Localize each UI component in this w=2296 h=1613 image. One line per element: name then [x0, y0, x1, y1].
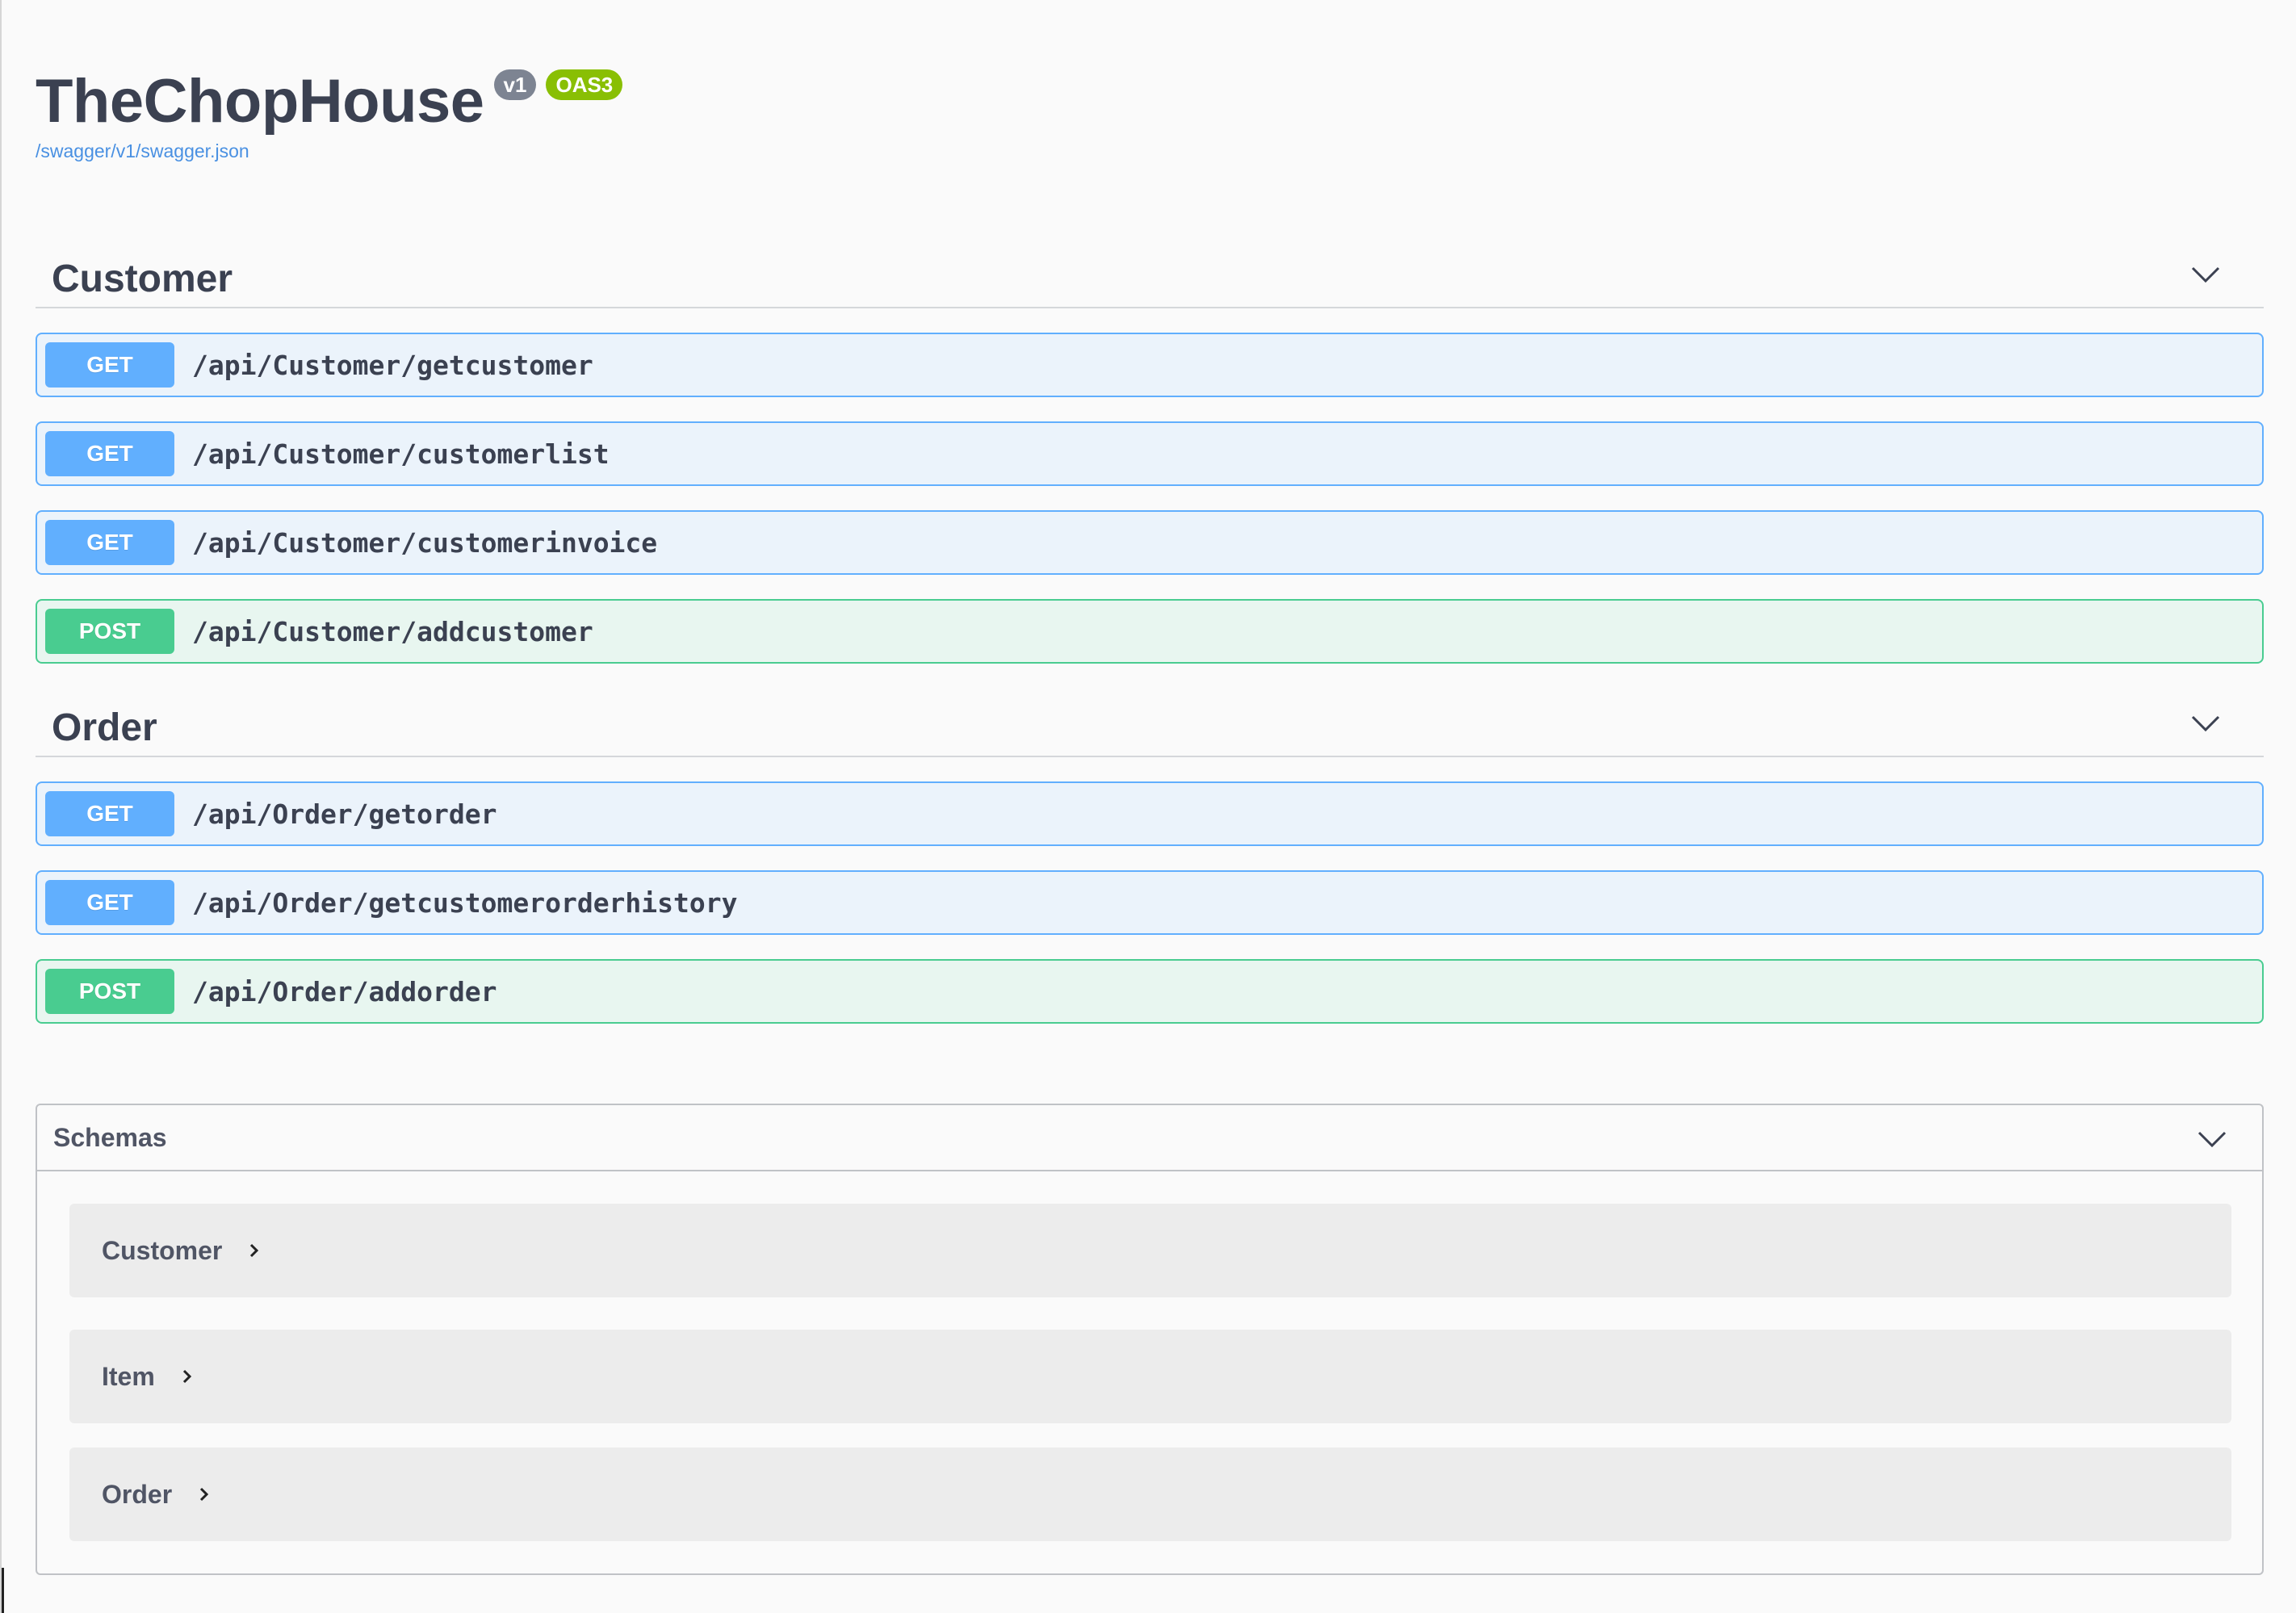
tag-header-customer[interactable]: Customer	[36, 244, 2264, 308]
operation-row[interactable]: POST /api/Customer/addcustomer	[36, 599, 2264, 664]
operation-path: /api/Customer/addcustomer	[192, 615, 593, 647]
schemas-section: Schemas Customer Item Order	[36, 1104, 2264, 1575]
window-edge-marker	[2, 1568, 4, 1613]
operation-path: /api/Customer/customerlist	[192, 438, 610, 470]
operation-row[interactable]: GET /api/Customer/customerlist	[36, 421, 2264, 486]
schema-model-order[interactable]: Order	[69, 1448, 2231, 1541]
tag-title: Order	[52, 706, 157, 749]
chevron-right-icon	[200, 1487, 209, 1502]
operation-path: /api/Order/addorder	[192, 975, 497, 1008]
api-info: TheChopHouse v1 OAS3 /swagger/v1/swagger…	[36, 63, 623, 162]
operation-row[interactable]: GET /api/Customer/customerinvoice	[36, 510, 2264, 575]
model-name: Order	[102, 1479, 173, 1509]
api-title: TheChopHouse	[36, 67, 484, 136]
method-badge: GET	[45, 342, 174, 388]
title-row: TheChopHouse v1 OAS3	[36, 63, 623, 140]
operation-row[interactable]: POST /api/Order/addorder	[36, 959, 2264, 1024]
model-name: Item	[102, 1361, 155, 1391]
method-badge: POST	[45, 609, 174, 654]
operation-path: /api/Order/getcustomerorderhistory	[192, 886, 738, 919]
version-badge: v1	[493, 69, 537, 100]
schemas-title: Schemas	[53, 1123, 167, 1152]
operation-row[interactable]: GET /api/Customer/getcustomer	[36, 333, 2264, 397]
model-name: Customer	[102, 1235, 223, 1265]
tag-title: Customer	[52, 258, 233, 300]
tag-section-order: Order GET /api/Order/getorder GET /api/O…	[36, 693, 2264, 1024]
schemas-header[interactable]: Schemas	[37, 1105, 2262, 1171]
swagger-page: TheChopHouse v1 OAS3 /swagger/v1/swagger…	[0, 0, 2296, 1613]
oas-badge: OAS3	[546, 69, 623, 100]
chevron-down-icon[interactable]	[2189, 707, 2222, 739]
operation-path: /api/Customer/customerinvoice	[192, 526, 658, 559]
method-badge: GET	[45, 880, 174, 925]
operation-path: /api/Order/getorder	[192, 798, 497, 830]
method-badge: POST	[45, 969, 174, 1014]
operation-row[interactable]: GET /api/Order/getorder	[36, 781, 2264, 846]
method-badge: GET	[45, 791, 174, 836]
chevron-right-icon	[250, 1243, 259, 1258]
chevron-right-icon	[182, 1369, 191, 1384]
tag-section-customer: Customer GET /api/Customer/getcustomer G…	[36, 244, 2264, 664]
operation-row[interactable]: GET /api/Order/getcustomerorderhistory	[36, 870, 2264, 935]
tag-header-order[interactable]: Order	[36, 693, 2264, 757]
operation-path: /api/Customer/getcustomer	[192, 349, 593, 381]
chevron-down-icon[interactable]	[2196, 1123, 2228, 1155]
schema-model-item[interactable]: Item	[69, 1330, 2231, 1423]
schema-model-customer[interactable]: Customer	[69, 1204, 2231, 1297]
method-badge: GET	[45, 431, 174, 476]
chevron-down-icon[interactable]	[2189, 258, 2222, 291]
method-badge: GET	[45, 520, 174, 565]
spec-url-link[interactable]: /swagger/v1/swagger.json	[36, 140, 622, 162]
